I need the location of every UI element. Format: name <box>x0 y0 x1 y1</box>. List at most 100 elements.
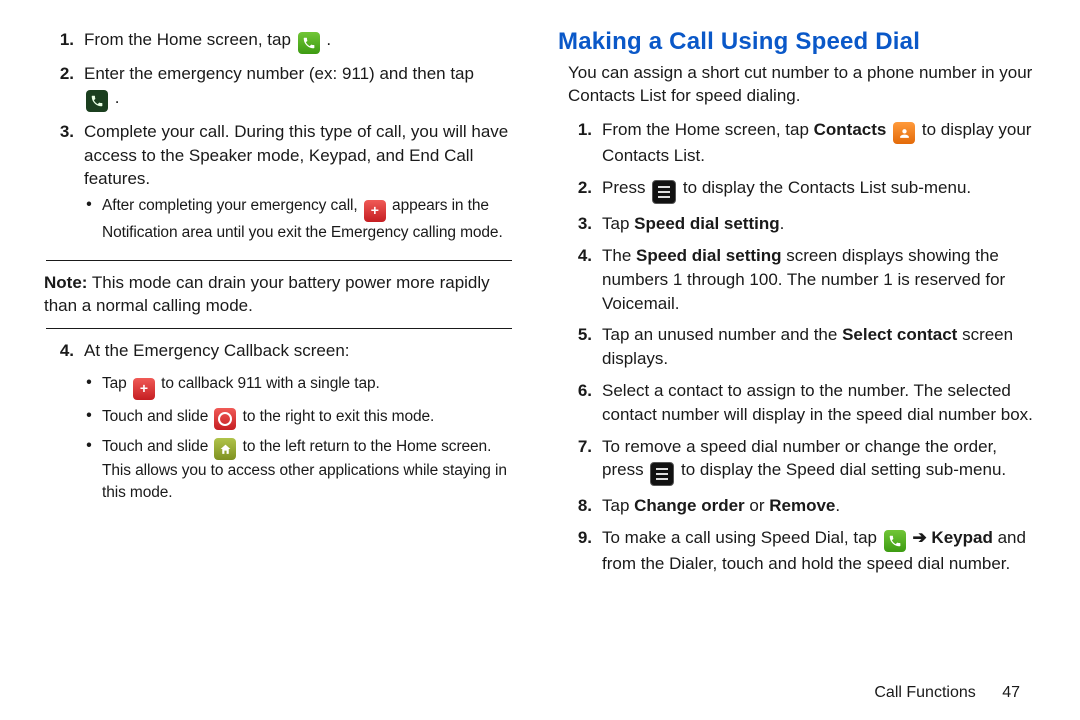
text: or <box>745 496 770 515</box>
text: . <box>326 30 331 49</box>
bullet-item: • Touch and slide to the left return to … <box>84 436 518 504</box>
home-icon <box>214 438 236 460</box>
step-body: The Speed dial setting screen displays s… <box>602 244 1038 315</box>
step-number: 9. <box>558 526 596 550</box>
right-step-9: 9. To make a call using Speed Dial, tap … <box>558 526 1038 576</box>
text: The <box>602 246 636 265</box>
text: . <box>115 88 120 107</box>
footer-section: Call Functions <box>874 684 975 701</box>
section-heading: Making a Call Using Speed Dial <box>558 28 1038 56</box>
bullet-body: After completing your emergency call, + … <box>102 195 518 243</box>
left-column: 1. From the Home screen, tap . 2. Enter … <box>40 28 518 584</box>
page: 1. From the Home screen, tap . 2. Enter … <box>40 28 1040 584</box>
step-number: 6. <box>558 379 596 403</box>
step-number: 3. <box>40 120 78 144</box>
step-body: Complete your call. During this type of … <box>84 120 518 250</box>
step-body: From the Home screen, tap Contacts to di… <box>602 118 1038 168</box>
page-footer: Call Functions 47 <box>874 684 1020 702</box>
step-body: Select a contact to assign to the number… <box>602 379 1038 427</box>
step-number: 1. <box>558 118 596 142</box>
text: Speed dial setting <box>634 214 779 233</box>
divider <box>46 328 512 329</box>
bullet-item: • Tap + to callback 911 with a single ta… <box>84 373 518 400</box>
intro-text: You can assign a short cut number to a p… <box>558 62 1038 108</box>
menu-icon <box>650 462 674 486</box>
text: From the Home screen, tap <box>602 120 814 139</box>
note: Note: This mode can drain your battery p… <box>44 271 514 319</box>
text: Change order <box>634 496 745 515</box>
step-number: 3. <box>558 212 596 236</box>
right-step-8: 8. Tap Change order or Remove. <box>558 494 1038 518</box>
text: to display the Contacts List sub-menu. <box>683 178 971 197</box>
step-number: 8. <box>558 494 596 518</box>
footer-page-number: 47 <box>1002 684 1020 701</box>
divider <box>46 260 512 261</box>
right-step-3: 3. Tap Speed dial setting. <box>558 212 1038 236</box>
text: Select contact <box>842 325 957 344</box>
bullet-icon: • <box>84 195 94 243</box>
text: to callback 911 with a single tap. <box>161 375 380 392</box>
plus-icon: + <box>364 200 386 222</box>
step-body: To remove a speed dial number or change … <box>602 435 1038 487</box>
left-step-1: 1. From the Home screen, tap . <box>40 28 518 54</box>
step-body: At the Emergency Callback screen: • Tap … <box>84 339 518 509</box>
text: From the Home screen, tap <box>84 30 296 49</box>
step-number: 4. <box>558 244 596 268</box>
step-body: Press to display the Contacts List sub-m… <box>602 176 1038 204</box>
bullet-item: • After completing your emergency call, … <box>84 195 518 243</box>
step-body: Enter the emergency number (ex: 911) and… <box>84 62 518 112</box>
step-number: 5. <box>558 323 596 347</box>
left-step-3: 3. Complete your call. During this type … <box>40 120 518 250</box>
bullet-icon: • <box>84 373 94 400</box>
right-step-7: 7. To remove a speed dial number or chan… <box>558 435 1038 487</box>
step-number: 1. <box>40 28 78 52</box>
right-step-2: 2. Press to display the Contacts List su… <box>558 176 1038 204</box>
step-body: Tap an unused number and the Select cont… <box>602 323 1038 371</box>
right-step-5: 5. Tap an unused number and the Select c… <box>558 323 1038 371</box>
bullet-body: Tap + to callback 911 with a single tap. <box>102 373 380 400</box>
right-column: Making a Call Using Speed Dial You can a… <box>558 28 1038 584</box>
text: . <box>780 214 785 233</box>
bullet-body: Touch and slide to the left return to th… <box>102 436 518 504</box>
bullet-icon: • <box>84 436 94 504</box>
contacts-icon <box>893 122 915 144</box>
text: Tap <box>102 375 131 392</box>
left-step-4: 4. At the Emergency Callback screen: • T… <box>40 339 518 509</box>
step-body: To make a call using Speed Dial, tap ➔ K… <box>602 526 1038 576</box>
text: Contacts <box>814 120 887 139</box>
bullet-body: Touch and slide to the right to exit thi… <box>102 406 434 430</box>
text: Enter the emergency number (ex: 911) and… <box>84 64 474 83</box>
phone-icon <box>884 530 906 552</box>
arrow-icon: ➔ <box>908 528 932 547</box>
text: Tap <box>602 214 634 233</box>
plus-icon: + <box>133 378 155 400</box>
bullet-item: • Touch and slide to the right to exit t… <box>84 406 518 430</box>
text: . <box>835 496 840 515</box>
text: Remove <box>769 496 835 515</box>
step-body: From the Home screen, tap . <box>84 28 518 54</box>
text: Select a contact to assign to the number… <box>602 381 1033 424</box>
step-number: 4. <box>40 339 78 363</box>
note-label: Note: <box>44 273 87 292</box>
step-number: 2. <box>558 176 596 200</box>
text <box>886 120 891 139</box>
text: Tap an unused number and the <box>602 325 842 344</box>
text: Keypad <box>931 528 992 547</box>
text: to the right to exit this mode. <box>243 408 435 425</box>
text: to display the Speed dial setting sub-me… <box>681 460 1006 479</box>
right-step-6: 6. Select a contact to assign to the num… <box>558 379 1038 427</box>
menu-icon <box>652 180 676 204</box>
phone-dark-icon <box>86 90 108 112</box>
right-step-4: 4. The Speed dial setting screen display… <box>558 244 1038 315</box>
step-number: 2. <box>40 62 78 86</box>
text: Speed dial setting <box>636 246 781 265</box>
step-number: 7. <box>558 435 596 459</box>
right-step-1: 1. From the Home screen, tap Contacts to… <box>558 118 1038 168</box>
text: Tap <box>602 496 634 515</box>
target-icon <box>214 408 236 430</box>
text: Press <box>602 178 650 197</box>
step-body: Tap Change order or Remove. <box>602 494 1038 518</box>
step-body: Tap Speed dial setting. <box>602 212 1038 236</box>
text: After completing your emergency call, <box>102 197 362 214</box>
text: Touch and slide <box>102 438 212 455</box>
